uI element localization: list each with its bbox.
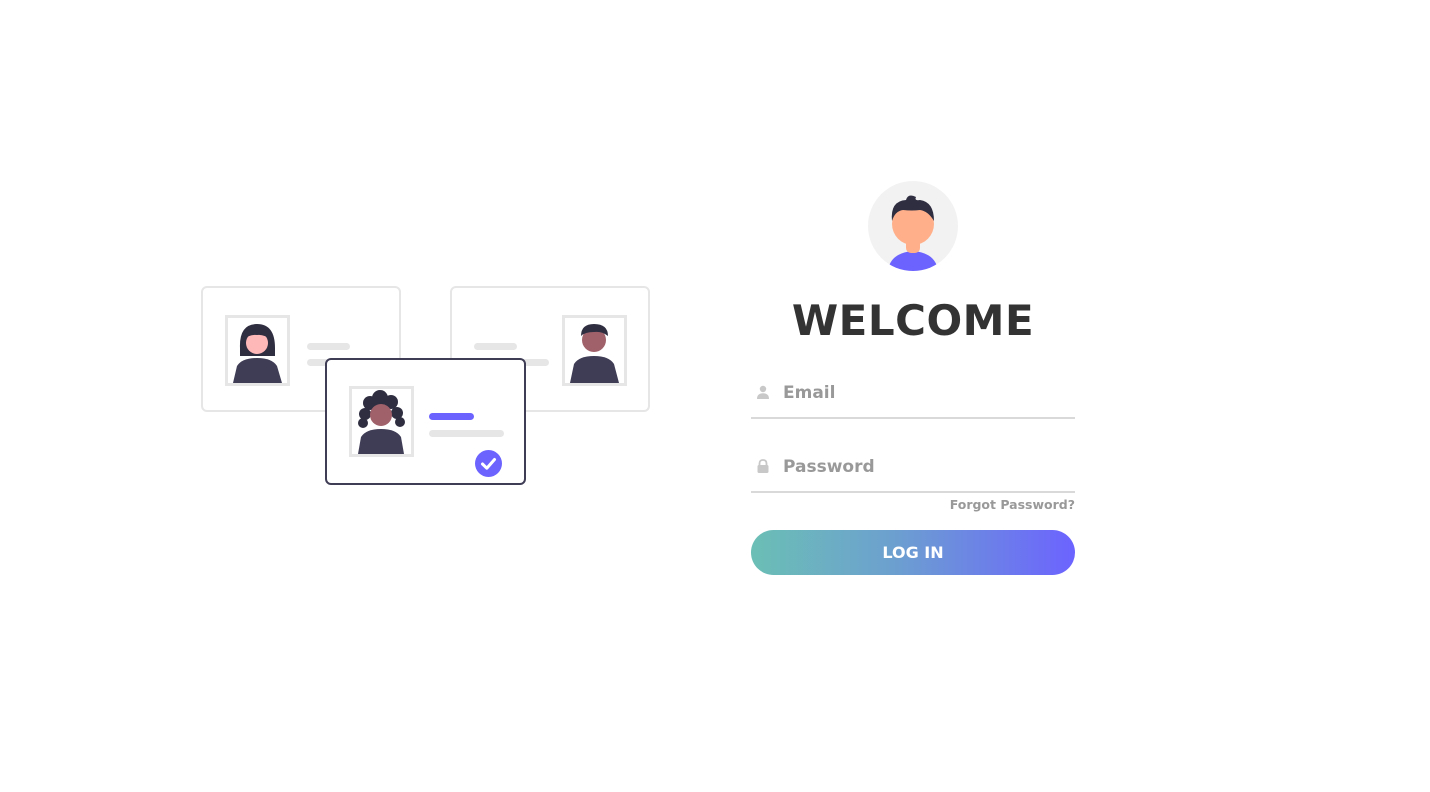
user-icon	[756, 385, 770, 399]
page-title: WELCOME	[791, 296, 1035, 345]
email-field-wrapper	[751, 377, 1075, 419]
login-page: WELCOME Forgot Password? LOG IN	[0, 0, 1430, 792]
profile-card-selected	[325, 358, 526, 485]
password-input[interactable]	[783, 453, 1069, 481]
card-text-line	[474, 343, 517, 350]
id-cards-illustration	[200, 285, 652, 487]
password-field-wrapper	[751, 451, 1075, 493]
user-avatar-icon	[868, 181, 958, 271]
forgot-password-link[interactable]: Forgot Password?	[950, 497, 1075, 512]
card-highlight-line	[429, 413, 474, 420]
check-circle-icon	[475, 450, 502, 477]
card-text-line	[429, 430, 504, 437]
lock-icon	[756, 459, 770, 473]
woman-portrait-icon	[225, 315, 290, 386]
curly-hair-portrait-icon	[349, 386, 414, 457]
login-button[interactable]: LOG IN	[751, 530, 1075, 575]
man-portrait-icon	[562, 315, 627, 386]
card-text-line	[307, 343, 350, 350]
email-input[interactable]	[783, 379, 1069, 407]
